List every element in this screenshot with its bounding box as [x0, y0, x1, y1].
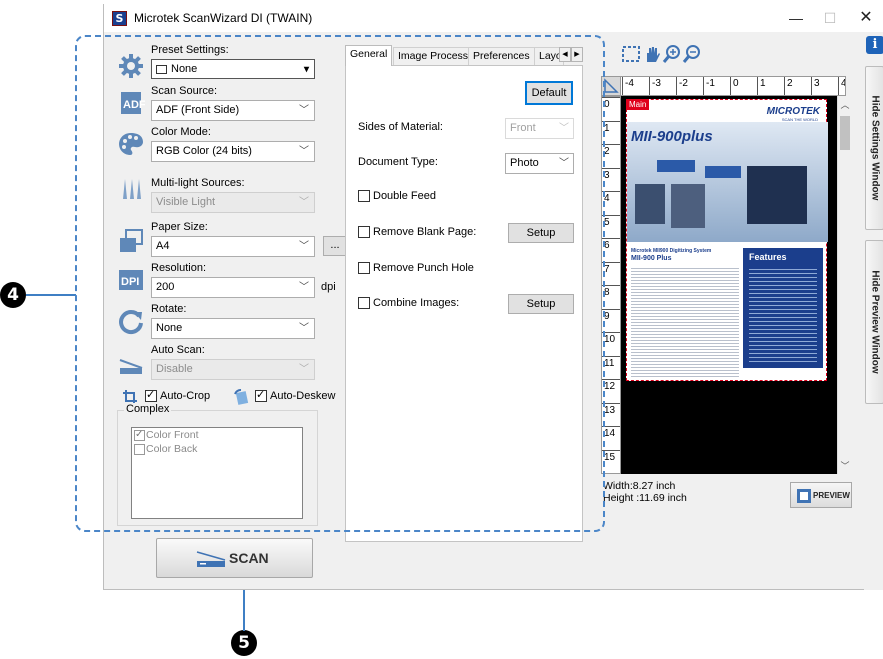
scanned-page: Main MICROTEK SCAN THE WORLD MII-900plus…: [626, 99, 828, 381]
hide-preview-window-button[interactable]: Hide Preview Window: [865, 240, 883, 404]
callout-4-leader: [26, 294, 76, 296]
settings-highlight-frame: [75, 35, 605, 532]
window-title: Microtek ScanWizard DI (TWAIN): [134, 11, 313, 25]
scanner-icon: [196, 551, 226, 567]
ruler-top-label: -4: [625, 78, 634, 89]
doc-scanner-1: [635, 184, 665, 224]
ruler-top-tick: [622, 77, 623, 95]
ruler-top-label: 2: [787, 78, 793, 89]
info-icon[interactable]: i: [866, 36, 883, 54]
ruler-top-tick: [730, 77, 731, 95]
preview-label: PREVIEW: [813, 491, 850, 500]
ruler-top-label: -1: [706, 78, 715, 89]
doc-model: MII-900 Plus: [631, 255, 672, 262]
doc-body-text: [631, 266, 739, 378]
doc-badge-2: [705, 166, 741, 178]
doc-features-list: [749, 266, 817, 362]
ruler-left-label: 12: [604, 381, 616, 392]
hide-settings-window-button[interactable]: Hide Settings Window: [865, 66, 883, 230]
ruler-top-label: 3: [814, 78, 820, 89]
width-readout: Width:8.27 inch: [603, 480, 676, 492]
preview-icon: [797, 489, 811, 503]
doc-subheading: Microtek MII900 Digitizing System: [631, 248, 712, 254]
scroll-thumb[interactable]: [840, 116, 850, 150]
ruler-top-tick: [703, 77, 704, 95]
preview-canvas[interactable]: Main MICROTEK SCAN THE WORLD MII-900plus…: [621, 96, 851, 474]
ruler-left-label: 15: [604, 451, 616, 463]
title-bar: S Microtek ScanWizard DI (TWAIN) — ☐ ✕: [104, 4, 883, 32]
scan-dimensions: Width:8.27 inch Height :11.69 inch: [603, 480, 687, 504]
zoom-out-icon[interactable]: [682, 44, 702, 64]
doc-product: MII-900plus: [631, 128, 713, 145]
ruler-top-label: 4: [841, 78, 845, 89]
doc-badge-1: [657, 160, 695, 172]
callout-4: 4: [0, 282, 26, 308]
ruler-top-tick: [676, 77, 677, 95]
ruler-top-label: 0: [733, 78, 739, 89]
maximize-button[interactable]: ☐: [813, 4, 847, 32]
scroll-up-icon[interactable]: ︿: [838, 98, 852, 111]
doc-banner: MII-900plus: [627, 122, 828, 242]
doc-features-title: Features: [749, 252, 787, 262]
doc-scanner-2: [671, 184, 705, 228]
ruler-top-tick: [811, 77, 812, 95]
ruler-top: -4 -3 -2 -1 0 1 2 3 4: [601, 76, 846, 96]
scan-button[interactable]: SCAN: [156, 538, 313, 578]
ruler-top-label: 1: [760, 78, 766, 89]
ruler-top-label: -2: [679, 78, 688, 89]
doc-scanner-3: [747, 166, 807, 224]
ruler-left-label: 14: [604, 428, 616, 439]
preview-scrollbar[interactable]: ︿ ﹀: [837, 96, 851, 474]
hide-settings-label: Hide Settings Window: [869, 95, 881, 201]
ruler-top-tick: [838, 77, 839, 95]
app-icon: S: [112, 11, 127, 26]
ruler-top-tick: [649, 77, 650, 95]
ruler-top-label: -3: [652, 78, 661, 89]
ruler-left-label: 13: [604, 404, 616, 416]
hand-icon[interactable]: [642, 44, 662, 64]
scroll-down-icon[interactable]: ﹀: [838, 459, 852, 472]
scan-label: SCAN: [229, 550, 269, 566]
doc-brand: MICROTEK: [766, 106, 820, 117]
close-button[interactable]: ✕: [849, 4, 883, 32]
ruler-left-label: 10: [604, 334, 616, 345]
zoom-in-icon[interactable]: [662, 44, 682, 64]
select-area-icon[interactable]: [621, 44, 641, 64]
minimize-button[interactable]: —: [779, 4, 813, 32]
hide-preview-label: Hide Preview Window: [869, 270, 881, 374]
main-tag: Main: [626, 99, 650, 110]
tab-general[interactable]: General: [345, 45, 393, 66]
preview-button[interactable]: PREVIEW: [790, 482, 852, 508]
doc-features-box: Features: [743, 248, 823, 368]
callout-5: 5: [231, 630, 257, 656]
height-readout: Height :11.69 inch: [603, 492, 687, 504]
ruler-top-tick: [757, 77, 758, 95]
ruler-left-label: 11: [604, 357, 615, 369]
ruler-top-tick: [784, 77, 785, 95]
